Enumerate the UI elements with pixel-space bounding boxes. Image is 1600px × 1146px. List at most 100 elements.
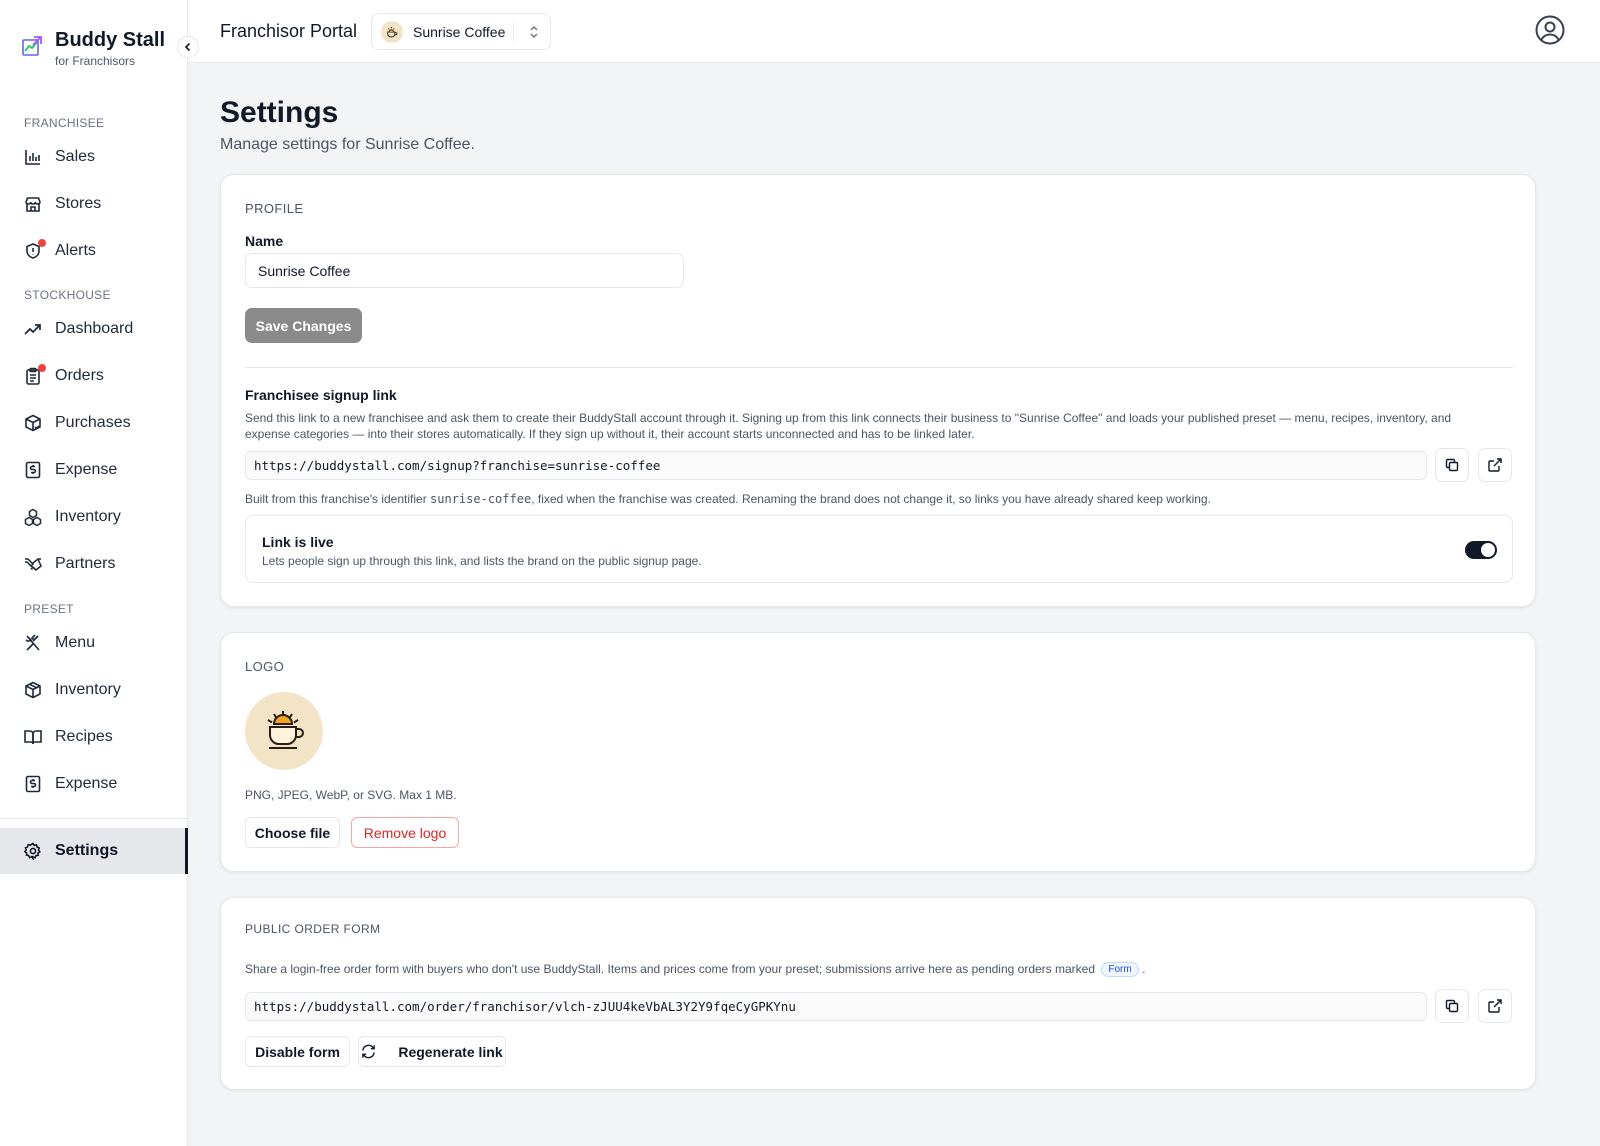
name-label: Name: [245, 233, 284, 249]
link-live-description: Lets people sign up through this link, a…: [262, 554, 702, 568]
choose-file-button[interactable]: Choose file: [245, 817, 340, 848]
brand[interactable]: Buddy Stall for Franchisors: [20, 28, 165, 69]
sidebar-item-label: Purchases: [55, 414, 131, 431]
order-form-help-suffix: .: [1142, 962, 1146, 976]
top-bar: Franchisor Portal Sunrise Coffee: [188, 0, 1600, 63]
store-icon: [24, 195, 42, 213]
order-form-section-label: PUBLIC ORDER FORM: [245, 922, 381, 936]
sidebar-item-label: Dashboard: [55, 320, 134, 337]
portal-title: Franchisor Portal: [220, 21, 358, 41]
link-live-title: Link is live: [262, 534, 334, 550]
sidebar-item-preset-expense[interactable]: Expense: [0, 761, 188, 807]
brand-selector[interactable]: Sunrise Coffee: [371, 13, 551, 50]
brand-subtitle: for Franchisors: [55, 54, 136, 68]
copy-icon: [1445, 458, 1459, 472]
brand-logo-icon: [22, 36, 42, 56]
sidebar-item-menu[interactable]: Menu: [0, 620, 188, 666]
sidebar-item-settings[interactable]: Settings: [0, 828, 188, 874]
refresh-icon: [362, 1044, 376, 1059]
name-input[interactable]: Sunrise Coffee: [245, 253, 684, 288]
order-form-help: Share a login-free order form with buyer…: [245, 961, 1146, 978]
copy-icon: [1445, 999, 1459, 1013]
section-label-preset: PRESET: [24, 602, 74, 616]
sidebar-item-purchases[interactable]: Purchases: [0, 400, 188, 446]
order-form-url-field[interactable]: https://buddystall.com/order/franchisor/…: [245, 992, 1427, 1021]
coffee-sunrise-icon: [267, 711, 304, 749]
chevrons-up-down-icon: [530, 26, 538, 38]
sidebar-item-orders[interactable]: Orders: [0, 353, 188, 399]
sidebar-item-partners[interactable]: Partners: [0, 541, 188, 587]
sidebar-item-label: Orders: [55, 367, 104, 384]
copy-signup-link-button[interactable]: [1435, 448, 1469, 482]
sidebar-item-expense[interactable]: Expense: [0, 447, 188, 493]
sidebar-item-label: Expense: [55, 775, 118, 792]
sidebar-item-dashboard[interactable]: Dashboard: [0, 306, 188, 352]
page-title: Settings: [220, 96, 339, 129]
form-badge: Form: [1101, 962, 1139, 978]
sidebar: Buddy Stall for Franchisors FRANCHISEE S…: [0, 0, 188, 1146]
alert-icon: [24, 239, 46, 260]
profile-card: PROFILE Name Sunrise Coffee Save Changes…: [220, 174, 1536, 607]
notification-dot: [38, 364, 46, 372]
copy-order-link-button[interactable]: [1435, 989, 1469, 1023]
sidebar-item-label: Partners: [55, 555, 116, 572]
link-live-setting: Link is live Lets people sign up through…: [245, 515, 1513, 583]
open-signup-link-button[interactable]: [1478, 448, 1512, 482]
notification-dot: [38, 239, 46, 247]
link-live-toggle[interactable]: [1465, 541, 1497, 559]
sidebar-item-label: Inventory: [55, 508, 121, 525]
order-form-help-text: Share a login-free order form with buyer…: [245, 962, 1096, 976]
sidebar-item-label: Sales: [55, 148, 96, 165]
sidebar-item-label: Stores: [55, 195, 102, 212]
signup-url-field[interactable]: https://buddystall.com/signup?franchise=…: [245, 451, 1427, 480]
signup-link-title: Franchisee signup link: [245, 387, 397, 403]
section-label-franchisee: FRANCHISEE: [24, 116, 105, 130]
selected-brand-label: Sunrise Coffee: [413, 23, 506, 40]
brand-name: Buddy Stall: [55, 29, 166, 51]
clipboard-icon: [24, 364, 46, 385]
franchise-identifier: sunrise-coffee: [430, 492, 532, 506]
regenerate-link-label: Regenerate link: [398, 1043, 503, 1060]
package-check-icon: [24, 414, 42, 432]
collapse-sidebar-button[interactable]: [177, 36, 199, 58]
sidebar-item-recipes[interactable]: Recipes: [0, 714, 188, 760]
open-order-link-button[interactable]: [1478, 989, 1512, 1023]
regenerate-link-button[interactable]: Regenerate link: [358, 1036, 506, 1067]
identifier-note: Built from this franchise's identifier s…: [245, 491, 1211, 507]
save-changes-button[interactable]: Save Changes: [245, 308, 362, 343]
receipt-dollar-icon: [24, 775, 42, 793]
section-label-stockhouse: STOCKHOUSE: [24, 288, 111, 302]
sidebar-item-label: Alerts: [55, 242, 96, 259]
disable-form-button[interactable]: Disable form: [245, 1036, 350, 1067]
bar-chart-icon: [24, 148, 42, 166]
brand-logo-preview: [245, 692, 323, 770]
sidebar-item-alerts[interactable]: Alerts: [0, 228, 188, 274]
trending-up-icon: [24, 320, 42, 338]
logo-section-label: LOGO: [245, 659, 285, 674]
sidebar-item-label: Menu: [55, 634, 96, 651]
brand-logo-thumbnail: [381, 20, 403, 43]
sidebar-item-label: Inventory: [55, 681, 121, 698]
chevron-left-icon: [184, 42, 191, 52]
sidebar-item-preset-inventory[interactable]: Inventory: [0, 667, 188, 713]
box-icon: [24, 681, 42, 699]
sidebar-divider: [0, 818, 188, 819]
sidebar-item-stores[interactable]: Stores: [0, 181, 188, 227]
identifier-note-prefix: Built from this franchise's identifier: [245, 492, 431, 506]
handshake-icon: [24, 555, 42, 573]
section-divider: [245, 367, 1513, 368]
user-account-icon[interactable]: [1534, 14, 1566, 46]
sidebar-item-inventory[interactable]: Inventory: [0, 494, 188, 540]
sidebar-item-label: Expense: [55, 461, 118, 478]
identifier-note-suffix: , fixed when the franchise was created. …: [531, 492, 1211, 506]
sidebar-item-sales[interactable]: Sales: [0, 134, 188, 180]
selector-divider: [513, 23, 514, 41]
utensils-crossed-icon: [24, 634, 42, 652]
remove-logo-button[interactable]: Remove logo: [351, 817, 459, 848]
sidebar-item-label: Settings: [55, 842, 119, 859]
boxes-icon: [24, 508, 42, 526]
order-form-card: PUBLIC ORDER FORM Share a login-free ord…: [220, 897, 1536, 1090]
sidebar-item-label: Recipes: [55, 728, 113, 745]
gear-icon: [24, 842, 42, 860]
logo-formats-note: PNG, JPEG, WebP, or SVG. Max 1 MB.: [245, 788, 457, 802]
